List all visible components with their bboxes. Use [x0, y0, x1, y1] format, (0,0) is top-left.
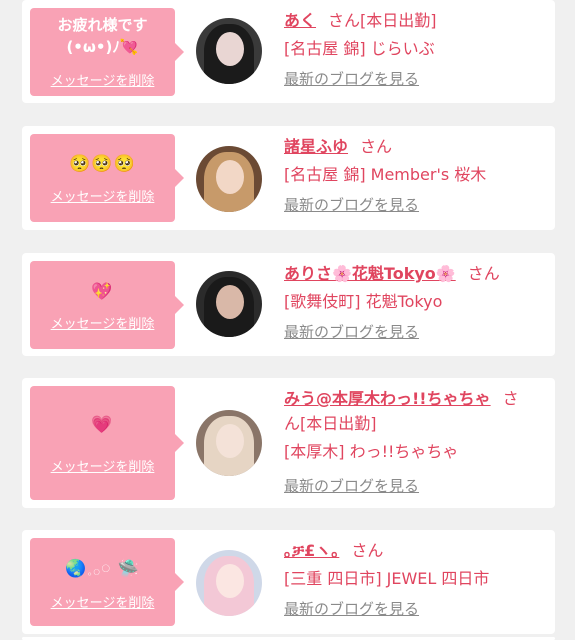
honorific-continued: ん — [284, 414, 301, 433]
shop-name: [歌舞伎町] 花魁Tokyo — [284, 292, 443, 311]
message-text: 🌏𓈒𓂂𓏸 🛸 — [65, 559, 140, 579]
profile-name-link[interactable]: あく — [284, 11, 316, 30]
message-card: 💖 メッセージを削除 ありさ🌸花魁Tokyo🌸 さん [歌舞伎町] 花魁Tokyo… — [22, 253, 555, 356]
profile-info: あく さん[本日出勤] [名古屋 錦] じらいぶ 最新のブログを見る — [284, 8, 545, 91]
message-text: 💖 — [91, 282, 114, 302]
avatar[interactable] — [196, 146, 262, 212]
message-bubble: 💖 メッセージを削除 — [30, 261, 184, 349]
profile-name-link[interactable]: みう@本厚木わっ!!ちゃちゃ — [284, 389, 491, 408]
latest-blog-link[interactable]: 最新のブログを見る — [284, 597, 545, 621]
shop-name: [本厚木] わっ!!ちゃちゃ — [284, 442, 459, 461]
latest-blog-link[interactable]: 最新のブログを見る — [284, 193, 545, 217]
profile-info: ｡ቻ£ヽ｡ さん [三重 四日市] JEWEL 四日市 最新のブログを見る — [284, 538, 545, 621]
profile-name-link[interactable]: ありさ🌸花魁Tokyo🌸 — [284, 264, 456, 283]
delete-message-link[interactable]: メッセージを削除 — [30, 456, 175, 475]
profile-name-link[interactable]: 諸星ふゆ — [284, 137, 348, 156]
message-card: お疲れ様です(•ω•)ﾉ💘 メッセージを削除 あく さん[本日出勤] [名古屋 錦… — [22, 0, 555, 103]
message-card: 💗 メッセージを削除 みう@本厚木わっ!!ちゃちゃさ ん[本日出勤] [本厚木]… — [22, 378, 555, 508]
message-text: お疲れ様です(•ω•)ﾉ💘 — [57, 16, 148, 56]
profile-name-link[interactable]: ｡ቻ£ヽ｡ — [284, 541, 339, 560]
latest-blog-link[interactable]: 最新のブログを見る — [284, 474, 545, 498]
delete-message-link[interactable]: メッセージを削除 — [30, 186, 175, 205]
profile-info: ありさ🌸花魁Tokyo🌸 さん [歌舞伎町] 花魁Tokyo 最新のブログを見る — [284, 261, 545, 344]
message-card: 🥺🥺🥺 メッセージを削除 諸星ふゆ さん [名古屋 錦] Member's 桜木 … — [22, 126, 555, 230]
work-status: [本日出勤] — [360, 11, 437, 30]
avatar[interactable] — [196, 550, 262, 616]
message-bubble: 🥺🥺🥺 メッセージを削除 — [30, 134, 184, 222]
delete-message-link[interactable]: メッセージを削除 — [30, 70, 175, 89]
work-status: [本日出勤] — [300, 414, 377, 433]
avatar[interactable] — [196, 18, 262, 84]
shop-name: [名古屋 錦] Member's 桜木 — [284, 165, 487, 184]
avatar[interactable] — [196, 410, 262, 476]
latest-blog-link[interactable]: 最新のブログを見る — [284, 320, 545, 344]
profile-info: 諸星ふゆ さん [名古屋 錦] Member's 桜木 最新のブログを見る — [284, 134, 545, 217]
profile-info: みう@本厚木わっ!!ちゃちゃさ ん[本日出勤] [本厚木] わっ!!ちゃちゃ 最… — [284, 386, 545, 498]
honorific: さん — [328, 11, 361, 30]
latest-blog-link[interactable]: 最新のブログを見る — [284, 67, 545, 91]
avatar[interactable] — [196, 271, 262, 337]
honorific: さん — [360, 137, 393, 156]
message-bubble: 💗 メッセージを削除 — [30, 386, 184, 500]
honorific: さ — [502, 389, 519, 408]
shop-name: [名古屋 錦] じらいぶ — [284, 39, 435, 58]
delete-message-link[interactable]: メッセージを削除 — [30, 592, 175, 611]
honorific: さん — [467, 264, 500, 283]
delete-message-link[interactable]: メッセージを削除 — [30, 313, 175, 332]
message-card: 🌏𓈒𓂂𓏸 🛸 メッセージを削除 ｡ቻ£ヽ｡ さん [三重 四日市] JEWEL 四… — [22, 530, 555, 634]
message-bubble: お疲れ様です(•ω•)ﾉ💘 メッセージを削除 — [30, 8, 184, 96]
message-bubble: 🌏𓈒𓂂𓏸 🛸 メッセージを削除 — [30, 538, 184, 626]
message-text: 💗 — [91, 415, 114, 435]
honorific: さん — [351, 541, 384, 560]
shop-name: [三重 四日市] JEWEL 四日市 — [284, 569, 490, 588]
message-text: 🥺🥺🥺 — [69, 154, 136, 174]
